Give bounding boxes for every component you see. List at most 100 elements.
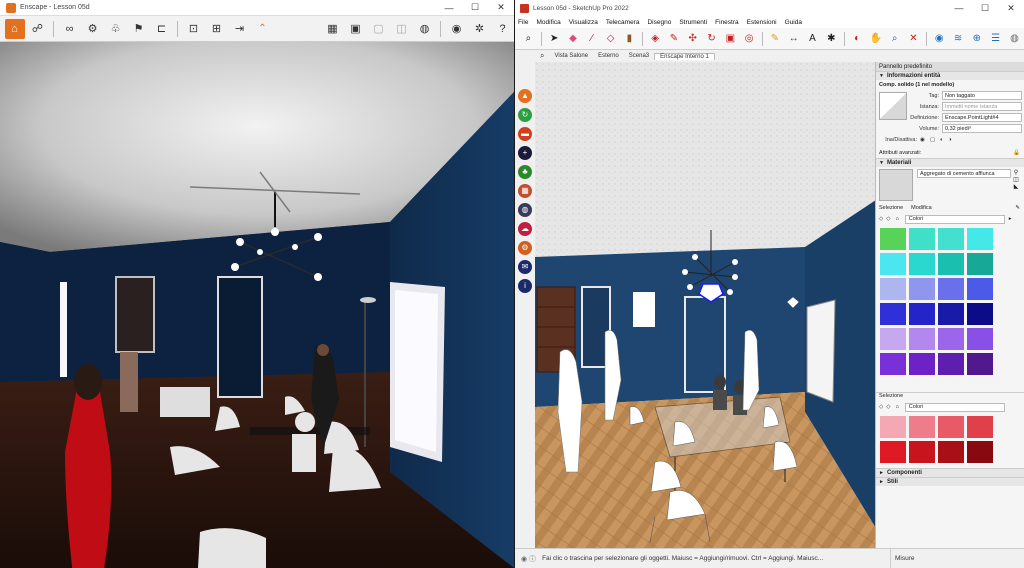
- flag-icon[interactable]: ⚑: [129, 19, 149, 39]
- create-material-icon[interactable]: ◫: [1013, 176, 1019, 183]
- scene-tab-esterno[interactable]: Esterno: [593, 53, 624, 59]
- menu-modifica[interactable]: Modifica: [536, 19, 560, 26]
- eraser-icon[interactable]: ◆: [565, 31, 581, 47]
- maximize-button[interactable]: ☐: [462, 0, 488, 15]
- color-swatch[interactable]: [938, 353, 964, 375]
- orbit-icon[interactable]: ◐: [849, 31, 865, 47]
- tag-select[interactable]: Non taggato: [942, 91, 1022, 100]
- binoculars-icon[interactable]: ∞: [60, 19, 80, 39]
- text-tool-icon[interactable]: A: [805, 31, 821, 47]
- walk-icon[interactable]: ☍: [28, 19, 48, 39]
- lock-toggle-icon[interactable]: ▢: [930, 137, 935, 143]
- enscape-render-viewport[interactable]: [0, 42, 514, 568]
- tape-measure-icon[interactable]: ✎: [767, 31, 783, 47]
- chevron-up-icon[interactable]: ⌃: [253, 19, 273, 39]
- warehouse-icon[interactable]: ◉: [931, 31, 947, 47]
- back-icon[interactable]: ◇: [879, 404, 883, 410]
- settings-icon[interactable]: ⚙: [83, 19, 103, 39]
- color-swatch[interactable]: [938, 228, 964, 250]
- home-library-icon[interactable]: ⌂: [895, 216, 898, 222]
- box-icon[interactable]: ▢: [369, 19, 389, 39]
- tab-modifica[interactable]: Modifica: [911, 205, 931, 211]
- forward-icon[interactable]: ◇: [886, 404, 890, 410]
- color-swatch[interactable]: [967, 416, 993, 438]
- sample-paint-icon[interactable]: ⚲: [1014, 169, 1018, 176]
- minimize-button[interactable]: —: [436, 0, 462, 15]
- color-swatch[interactable]: [967, 228, 993, 250]
- color-swatch[interactable]: [880, 416, 906, 438]
- color-swatch[interactable]: [967, 303, 993, 325]
- select-tool-icon[interactable]: ➤: [546, 31, 562, 47]
- wireframe-icon[interactable]: ◍: [415, 19, 435, 39]
- sandbox-icon[interactable]: ⊕: [969, 31, 985, 47]
- color-swatch[interactable]: [938, 253, 964, 275]
- color-swatch[interactable]: [880, 441, 906, 463]
- color-swatch[interactable]: [938, 303, 964, 325]
- eye-icon[interactable]: ◉: [447, 19, 467, 39]
- menu-telecamera[interactable]: Telecamera: [606, 19, 640, 26]
- zoom-icon[interactable]: ⌕: [887, 31, 903, 47]
- color-swatch[interactable]: [967, 441, 993, 463]
- color-swatch[interactable]: [967, 353, 993, 375]
- vr-icon[interactable]: ◫: [392, 19, 412, 39]
- default-material-icon[interactable]: ◣: [1014, 183, 1019, 190]
- color-swatch[interactable]: [880, 228, 906, 250]
- color-swatch[interactable]: [909, 278, 935, 300]
- map-icon[interactable]: ▦: [323, 19, 343, 39]
- tree-asset-icon[interactable]: ♣: [518, 164, 532, 179]
- color-swatch[interactable]: [938, 328, 964, 350]
- batch-icon[interactable]: ⚙: [518, 240, 532, 255]
- color-swatch[interactable]: [880, 303, 906, 325]
- tab-selezione[interactable]: Selezione: [879, 205, 903, 211]
- color-swatch[interactable]: [909, 441, 935, 463]
- shape-tool-icon[interactable]: ◇: [603, 31, 619, 47]
- color-swatch[interactable]: [880, 328, 906, 350]
- line-tool-icon[interactable]: ∕: [584, 31, 600, 47]
- move-icon[interactable]: ✣: [685, 31, 701, 47]
- tree-icon[interactable]: ♧: [106, 19, 126, 39]
- axes-icon[interactable]: ✱: [823, 31, 839, 47]
- menu-disegno[interactable]: Disegno: [647, 19, 671, 26]
- bracket-icon[interactable]: ⊏: [152, 19, 172, 39]
- follow-me-icon[interactable]: ✎: [666, 31, 682, 47]
- forward-icon[interactable]: ◇: [886, 216, 890, 222]
- menu-visualizza[interactable]: Visualizza: [569, 19, 598, 26]
- enscape-start-icon[interactable]: ▲: [518, 88, 532, 103]
- push-pull-icon[interactable]: ◈: [647, 31, 663, 47]
- info-icon[interactable]: ◍: [1007, 31, 1023, 47]
- details-icon[interactable]: ▸: [1009, 216, 1012, 222]
- lock-icon[interactable]: 🔒: [1013, 150, 1020, 156]
- close-button[interactable]: ✕: [488, 0, 514, 15]
- sync-icon[interactable]: ↻: [518, 107, 532, 122]
- components-header[interactable]: ► Componenti: [876, 468, 1024, 477]
- layers-icon[interactable]: ☰: [988, 31, 1004, 47]
- extension-icon[interactable]: ≋: [950, 31, 966, 47]
- color-swatch[interactable]: [880, 253, 906, 275]
- menu-finestra[interactable]: Finestra: [715, 19, 738, 26]
- pan-icon[interactable]: ✋: [868, 31, 884, 47]
- status-info-icon[interactable]: ◉ ⓘ: [521, 554, 536, 564]
- offset-icon[interactable]: ◎: [741, 31, 757, 47]
- upload-icon[interactable]: ☁: [518, 221, 532, 236]
- export-icon[interactable]: ⇥: [230, 19, 250, 39]
- rotate-icon[interactable]: ↻: [704, 31, 720, 47]
- video-icon[interactable]: ▣: [346, 19, 366, 39]
- sketchup-modeling-viewport[interactable]: [535, 62, 888, 548]
- material-ball-icon[interactable]: ◍: [518, 202, 532, 217]
- color-swatch[interactable]: [909, 416, 935, 438]
- color-swatch[interactable]: [909, 253, 935, 275]
- library-select[interactable]: Colori: [904, 214, 1005, 224]
- add-icon[interactable]: +: [518, 145, 532, 160]
- maximize-button[interactable]: ☐: [972, 0, 998, 16]
- instance-name-input[interactable]: Immetti nome istanza: [942, 102, 1022, 111]
- color-swatch[interactable]: [909, 353, 935, 375]
- materials-header[interactable]: ▼ Materiali: [876, 158, 1024, 167]
- color-swatch[interactable]: [938, 416, 964, 438]
- color-swatch[interactable]: [909, 328, 935, 350]
- eyedropper-icon[interactable]: ✎: [1015, 205, 1020, 211]
- menu-estensioni[interactable]: Estensioni: [747, 19, 777, 26]
- color-swatch[interactable]: [967, 253, 993, 275]
- shadow-cast-icon[interactable]: ◐: [940, 137, 943, 143]
- scene-tab-scena3[interactable]: Scena3: [624, 53, 654, 59]
- color-swatch[interactable]: [909, 303, 935, 325]
